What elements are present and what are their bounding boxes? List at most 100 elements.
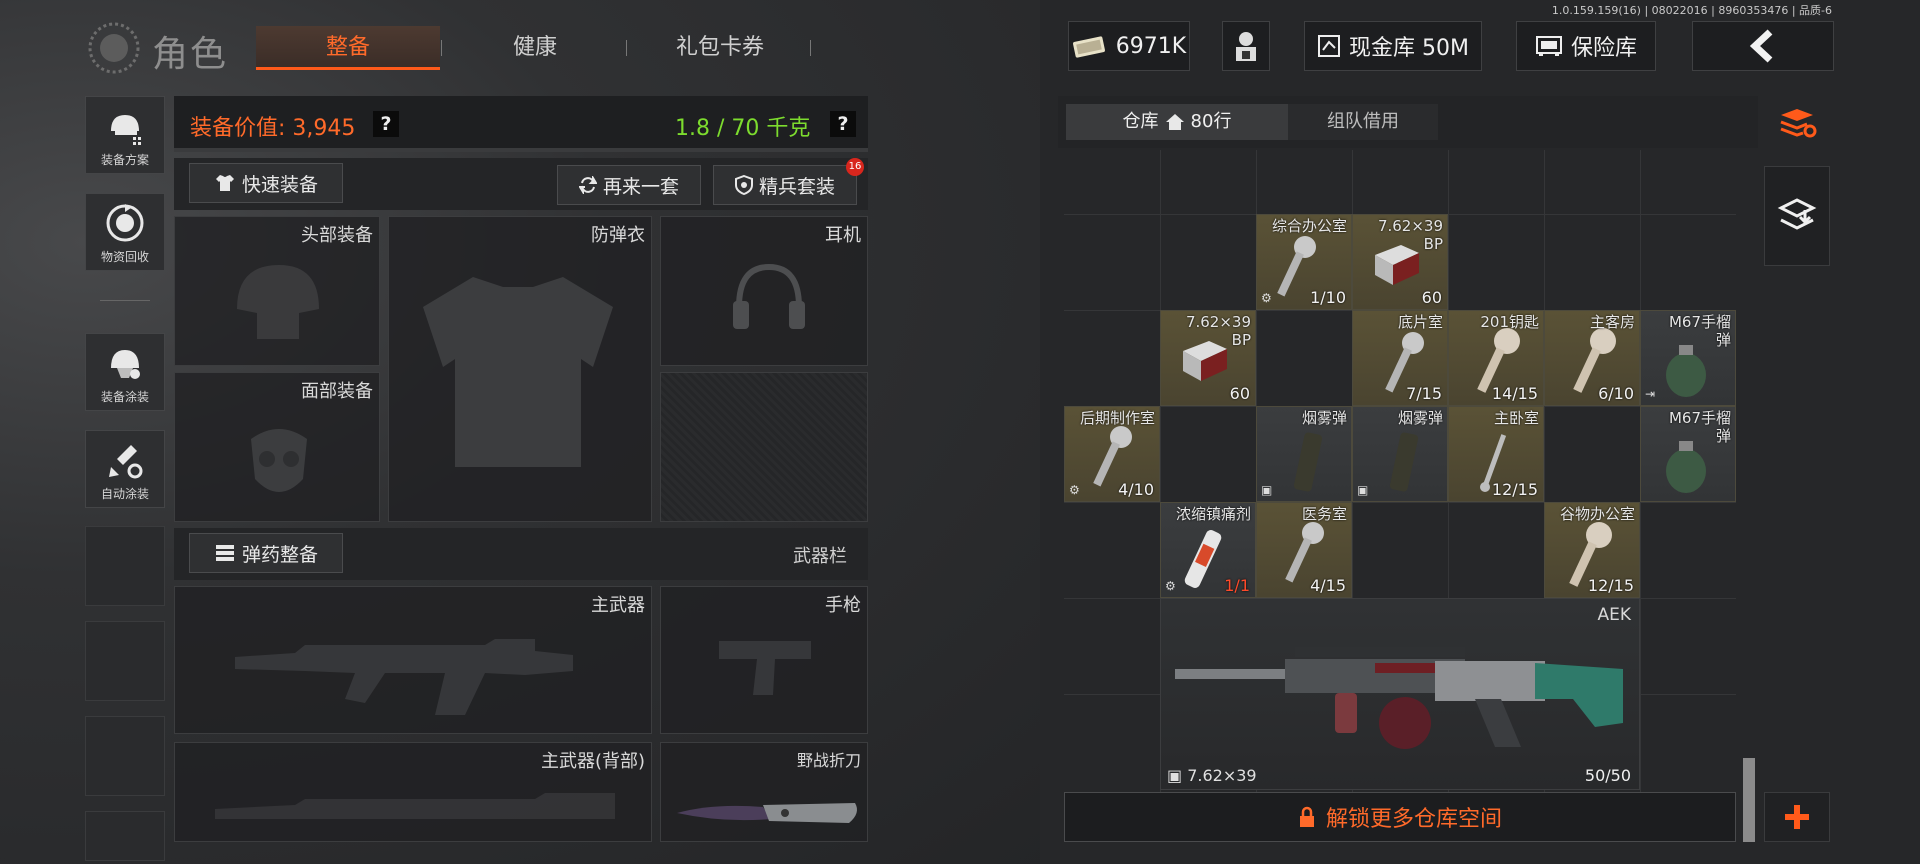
item-name: 烟雾弹 (1301, 409, 1347, 427)
exit-tag-icon: ⇥ (1645, 387, 1656, 401)
rifle-back-silhouette-icon (215, 793, 615, 819)
item-name: 后期制作室 (1079, 409, 1155, 427)
back-button[interactable] (1692, 21, 1834, 71)
equipment-plan-button[interactable]: 装备方案 (85, 96, 165, 174)
equipment-value: 装备价值: 3,945 (190, 116, 356, 141)
tab-equip[interactable]: 整备 (256, 26, 440, 70)
item-key[interactable]: 底片室 7/15 (1352, 310, 1448, 406)
slot-face[interactable]: 面部装备 (174, 372, 380, 522)
slot-pistol[interactable]: 手枪 (660, 586, 868, 734)
equipment-paint-button[interactable]: 装备涂装 (85, 333, 165, 411)
recycle-button[interactable]: 物资回收 (85, 193, 165, 271)
tab-warehouse[interactable]: 仓库 80行 (1066, 104, 1288, 140)
item-count: 4/15 (1310, 576, 1346, 595)
refresh-icon (578, 176, 597, 194)
warehouse-scrollbar[interactable] (1743, 758, 1755, 842)
aek-rifle-icon (1175, 647, 1623, 749)
tab-warehouse-label: 仓库 (1122, 111, 1159, 132)
item-count: 12/15 (1587, 576, 1634, 595)
version-text: 1.0.159.159(16) | 08022016 | 8960353476 … (1551, 4, 1832, 17)
item-ammo-box[interactable]: 7.62×39 BP 60 (1352, 214, 1448, 310)
equipment-plan-label: 装备方案 (100, 153, 149, 167)
ammo-loadout-label: 弹药整备 (241, 543, 318, 566)
item-key[interactable]: 201钥匙 14/15 (1448, 310, 1544, 406)
item-key[interactable]: 医务室 4/15 (1256, 502, 1352, 598)
shield-icon (734, 175, 753, 195)
unlock-storage-button[interactable]: 解锁更多仓库空间 (1064, 792, 1736, 842)
slot-primary-back[interactable]: 主武器(背部) (174, 742, 652, 842)
slot-headset-label: 耳机 (825, 225, 861, 246)
item-grenade[interactable]: M67手榴 弹 (1640, 406, 1736, 502)
sort-button[interactable] (1764, 96, 1830, 152)
item-name: 烟雾弹 (1397, 409, 1443, 427)
quick-equip-button[interactable]: 快速装备 (189, 163, 343, 203)
tab-gift-cards[interactable]: 礼包卡券 (640, 26, 800, 70)
item-name: 201钥匙 (1480, 313, 1539, 331)
item-smoke-grenade[interactable]: 烟雾弹 ▣ (1352, 406, 1448, 502)
weight-help-button[interactable]: ? (830, 111, 856, 137)
slot-primary-back-label: 主武器(背部) (540, 751, 645, 772)
trader-icon (1236, 32, 1256, 61)
paint-helmet-icon (111, 350, 140, 379)
add-storage-button[interactable] (1764, 792, 1830, 842)
elite-set-button[interactable]: 精兵套装 16 (713, 158, 864, 205)
rail-empty-slot (85, 621, 165, 701)
item-key[interactable]: 谷物办公室 12/15 (1544, 502, 1640, 598)
auto-paint-button[interactable]: 自动涂装 (85, 430, 165, 508)
tab-separator (626, 40, 627, 56)
slot-armor[interactable]: 防弹衣 (388, 216, 652, 522)
item-name: M67手榴 弹 (1668, 313, 1731, 349)
shirt-icon (215, 175, 234, 191)
item-weapon-aek[interactable]: AEK ▣ 7.62×39 50/50 (1160, 598, 1640, 790)
ammo-stack-icon (215, 545, 234, 561)
item-count: 12/15 (1491, 480, 1538, 499)
safe-button[interactable]: 保险库 (1516, 21, 1656, 71)
slot-knife-label: 野战折刀 (796, 751, 861, 770)
slot-primary-weapon[interactable]: 主武器 (174, 586, 652, 734)
store-all-button[interactable] (1764, 166, 1830, 266)
item-painkiller[interactable]: 浓缩镇痛剂 1/1 ⚙ (1160, 502, 1256, 598)
cash-amount: 6971K (1115, 33, 1187, 59)
item-key[interactable]: 主客房 6/10 (1544, 310, 1640, 406)
item-count: 14/15 (1491, 384, 1538, 403)
item-count: 1/1 (1224, 576, 1250, 595)
cash-icon (1072, 36, 1105, 58)
weapon-ammo-type-label: 7.62×39 (1187, 766, 1257, 785)
item-name: 底片室 (1397, 313, 1443, 331)
layers-sort-icon (1780, 109, 1817, 138)
item-key[interactable]: 主卧室 12/15 (1448, 406, 1544, 502)
slot-head[interactable]: 头部装备 (174, 216, 380, 366)
item-key[interactable]: 综合办公室 1/10 ⚙ (1256, 214, 1352, 310)
item-name: 浓缩镇痛剂 (1175, 505, 1251, 523)
cash-display[interactable]: 6971K (1068, 21, 1190, 71)
item-name: 7.62×39 BP (1185, 313, 1251, 349)
slot-primary-label: 主武器 (591, 595, 645, 616)
pistol-silhouette-icon (719, 641, 811, 695)
item-smoke-grenade[interactable]: 烟雾弹 ▣ (1256, 406, 1352, 502)
auto-paint-label: 自动涂装 (100, 487, 149, 501)
trader-button[interactable] (1222, 21, 1270, 71)
weapon-ammo-type: ▣ 7.62×39 (1167, 766, 1257, 785)
item-name: 7.62×39 BP (1377, 217, 1443, 253)
vest-silhouette-icon (423, 277, 613, 467)
box-tag-icon: ▣ (1261, 483, 1273, 497)
slot-knife[interactable]: 野战折刀 (660, 742, 868, 842)
tab-separator (810, 40, 811, 56)
ammo-loadout-button[interactable]: 弹药整备 (189, 533, 343, 573)
slot-head-label: 头部装备 (301, 225, 373, 246)
slot-headset[interactable]: 耳机 (660, 216, 868, 366)
tag-icon: ⚙ (1069, 483, 1080, 497)
weapon-name: AEK (1597, 605, 1631, 625)
tab-health[interactable]: 健康 (460, 26, 610, 70)
item-key[interactable]: 后期制作室 4/10 ⚙ (1064, 406, 1160, 502)
item-grenade[interactable]: M67手榴 弹 ⇥ (1640, 310, 1736, 406)
cash-vault-button[interactable]: 现金库 50M (1304, 21, 1482, 71)
vault-icon (1318, 35, 1340, 57)
item-ammo-box[interactable]: 7.62×39 BP 60 (1160, 310, 1256, 406)
equip-again-button[interactable]: 再来一套 (557, 165, 701, 205)
item-name: 主卧室 (1493, 409, 1539, 427)
tab-team-borrow[interactable]: 组队借用 (1288, 104, 1438, 140)
value-help-button[interactable]: ? (373, 111, 399, 137)
weapon-ammo-count: 50/50 (1584, 766, 1631, 785)
item-name: 医务室 (1301, 505, 1347, 523)
